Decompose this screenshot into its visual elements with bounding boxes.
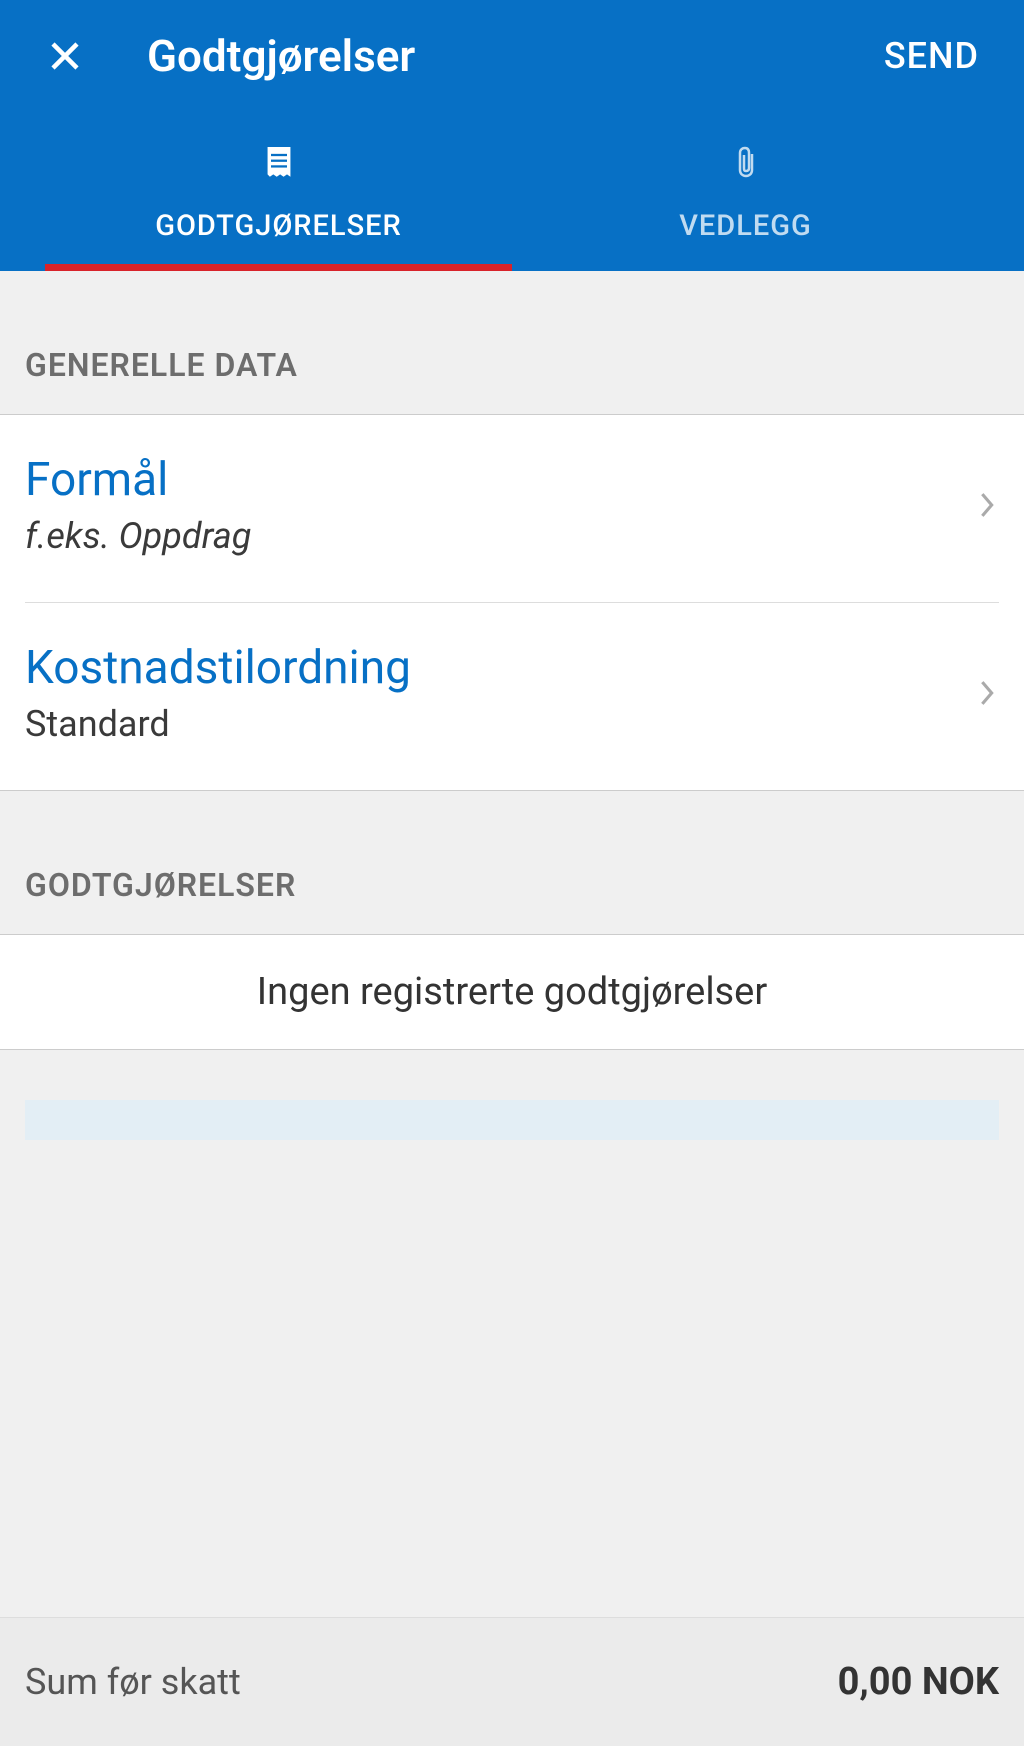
section-header-general: GENERELLE DATA	[0, 271, 1024, 415]
add-compensation-row[interactable]	[25, 1100, 999, 1140]
list-item-purpose[interactable]: Formål f.eks. Oppdrag	[0, 415, 1024, 602]
header-top-bar: Godtgjørelser SEND	[45, 30, 979, 137]
section-header-compensations: GODTGJØRELSER	[0, 791, 1024, 935]
purpose-subtitle: f.eks. Oppdrag	[25, 515, 975, 557]
tabs-container: GODTGJØRELSER VEDLEGG	[45, 137, 979, 271]
sum-value: 0,00 NOK	[838, 1660, 999, 1704]
footer-bar: Sum før skatt 0,00 NOK	[0, 1617, 1024, 1746]
tab-attachments-label: VEDLEGG	[679, 209, 812, 243]
chevron-right-icon	[975, 493, 999, 517]
sum-label: Sum før skatt	[25, 1661, 241, 1703]
app-header: Godtgjørelser SEND GODTGJØRELSER VEDLEG	[0, 0, 1024, 271]
header-left: Godtgjørelser	[45, 30, 415, 82]
page-title: Godtgjørelser	[147, 30, 415, 82]
content-area: GENERELLE DATA Formål f.eks. Oppdrag Kos…	[0, 271, 1024, 1140]
chevron-right-icon	[975, 681, 999, 705]
tab-attachments[interactable]: VEDLEGG	[512, 137, 979, 271]
cost-assignment-title: Kostnadstilordning	[25, 641, 975, 695]
cost-assignment-subtitle: Standard	[25, 703, 975, 745]
empty-compensations-message: Ingen registrerte godtgjørelser	[0, 935, 1024, 1050]
list-item-content: Formål f.eks. Oppdrag	[25, 453, 975, 557]
tab-compensations-label: GODTGJØRELSER	[155, 209, 402, 243]
send-button[interactable]: SEND	[884, 35, 979, 77]
receipt-icon	[263, 147, 295, 179]
purpose-title: Formål	[25, 453, 975, 507]
list-item-content: Kostnadstilordning Standard	[25, 641, 975, 745]
close-icon[interactable]	[45, 36, 85, 76]
paperclip-icon	[730, 147, 762, 179]
general-data-list: Formål f.eks. Oppdrag Kostnadstilordning…	[0, 415, 1024, 791]
list-item-cost-assignment[interactable]: Kostnadstilordning Standard	[0, 603, 1024, 790]
tab-compensations[interactable]: GODTGJØRELSER	[45, 137, 512, 271]
